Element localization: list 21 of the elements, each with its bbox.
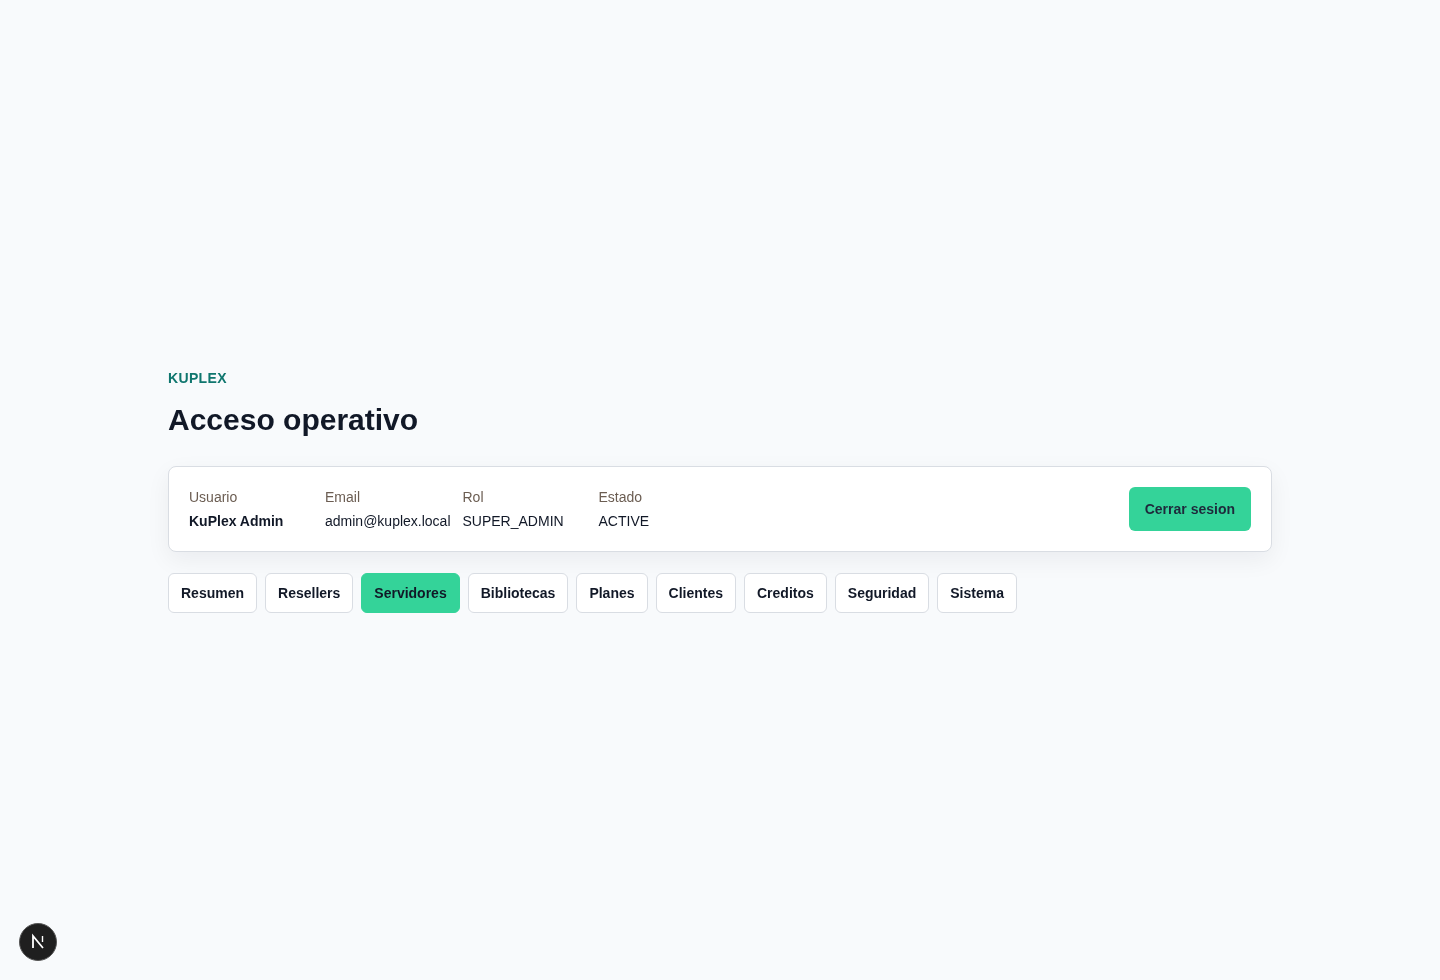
field-value: admin@kuplex.local — [325, 511, 451, 531]
field-label: Estado — [598, 487, 643, 507]
field-value: SUPER_ADMIN — [462, 511, 564, 531]
nav-tab[interactable]: Sistema — [937, 572, 1017, 613]
field-label: Rol — [462, 487, 484, 507]
nav-tab[interactable]: Resellers — [265, 572, 354, 613]
nav-tab[interactable]: Bibliotecas — [467, 572, 569, 613]
nav-tab[interactable]: Creditos — [744, 572, 827, 613]
nav-tab[interactable]: Resumen — [168, 572, 258, 613]
nav-tab[interactable]: Clientes — [655, 572, 736, 613]
field-label: Email — [325, 487, 360, 507]
nav-tab[interactable]: Planes — [576, 572, 648, 613]
nav-tab[interactable]: Servidores — [361, 572, 460, 613]
page-title: Acceso operativo — [168, 401, 419, 438]
field-value: KuPlex Admin — [189, 511, 284, 531]
logout-button[interactable]: Cerrar sesion — [1128, 486, 1251, 531]
field-label: Usuario — [189, 487, 238, 507]
n-logo-icon[interactable] — [19, 923, 57, 961]
nav-tab[interactable]: Seguridad — [834, 572, 930, 613]
field-value: ACTIVE — [598, 511, 650, 531]
brand-label: KUPLEX — [168, 368, 227, 388]
